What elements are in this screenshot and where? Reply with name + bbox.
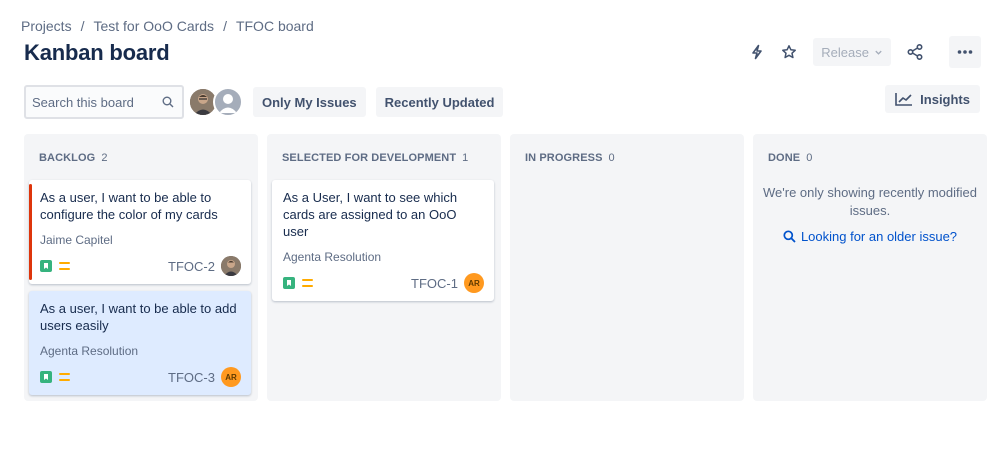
issue-card[interactable]: As a User, I want to see which cards are… [272, 180, 494, 301]
breadcrumb-separator: / [80, 18, 85, 34]
search-icon [162, 96, 174, 108]
column-count: 1 [462, 152, 469, 164]
column-title: BACKLOG [39, 152, 96, 164]
column-title: SELECTED FOR DEVELOPMENT [282, 152, 457, 164]
card-assignee: Agenta Resolution [40, 344, 139, 358]
page-title: Kanban board [24, 40, 170, 65]
more-button[interactable] [949, 36, 981, 68]
search-input[interactable] [32, 94, 152, 110]
card-assignee: Jaime Capitel [40, 233, 113, 247]
column-done: DONE 0 We're only showing recently modif… [753, 134, 987, 401]
column-selected-for-development: SELECTED FOR DEVELOPMENT 1 As a User, I … [267, 134, 501, 401]
release-button[interactable]: Release [813, 38, 891, 66]
lightning-icon [752, 44, 763, 60]
issue-key[interactable]: TFOC-1 [411, 276, 458, 291]
card-summary: As a User, I want to see which cards are… [283, 190, 458, 239]
breadcrumb-board[interactable]: TFOC board [236, 18, 314, 34]
share-button[interactable] [899, 36, 931, 68]
only-my-issues-filter[interactable]: Only My Issues [253, 87, 366, 117]
older-issue-label: Looking for an older issue? [800, 229, 958, 244]
priority-medium-icon [59, 373, 70, 381]
column-header: BACKLOG 2 [39, 152, 108, 164]
story-icon [283, 277, 295, 289]
assignee-avatar: AR [464, 273, 484, 293]
column-backlog: BACKLOG 2 As a user, I want to be able t… [24, 134, 258, 401]
older-issue-link[interactable]: Looking for an older issue? [753, 229, 987, 244]
empty-column-message: We're only showing recently modified iss… [763, 185, 977, 218]
column-count: 0 [806, 152, 813, 164]
breadcrumb-projects[interactable]: Projects [21, 18, 72, 34]
issue-card[interactable]: As a user, I want to be able to add user… [29, 291, 251, 395]
chart-line-icon [895, 93, 913, 106]
star-button[interactable] [773, 36, 805, 68]
star-icon [782, 45, 797, 59]
search-icon [783, 230, 796, 243]
column-title: DONE [768, 152, 801, 164]
share-icon [907, 43, 923, 61]
priority-medium-icon [59, 262, 70, 270]
release-label: Release [821, 44, 869, 60]
issue-card[interactable]: As a user, I want to be able to configur… [29, 180, 251, 284]
story-icon [40, 371, 52, 383]
card-assignee: Agenta Resolution [283, 250, 382, 264]
column-header: IN PROGRESS 0 [525, 152, 615, 164]
header-actions: Release [741, 36, 981, 68]
issue-key[interactable]: TFOC-3 [168, 370, 215, 385]
card-summary: As a user, I want to be able to configur… [40, 190, 218, 222]
kanban-board: BACKLOG 2 As a user, I want to be able t… [24, 134, 987, 401]
column-count: 2 [101, 152, 108, 164]
search-box [24, 85, 184, 119]
column-title: IN PROGRESS [525, 152, 603, 164]
issue-key[interactable]: TFOC-2 [168, 259, 215, 274]
card-footer: TFOC-1 AR [283, 273, 484, 293]
recently-updated-filter[interactable]: Recently Updated [375, 87, 504, 117]
card-footer: TFOC-3 AR [40, 367, 241, 387]
unassigned-avatar-filter[interactable] [213, 87, 243, 117]
avatar-filters [188, 87, 243, 117]
column-in-progress: IN PROGRESS 0 [510, 134, 744, 401]
card-footer: TFOC-2 [40, 256, 241, 276]
breadcrumb: Projects / Test for OoO Cards / TFOC boa… [21, 18, 314, 34]
person-icon [219, 94, 237, 113]
assignee-avatar [221, 256, 241, 276]
assignee-avatar: AR [221, 367, 241, 387]
card-summary: As a user, I want to be able to add user… [40, 301, 237, 333]
column-count: 0 [608, 152, 615, 164]
insights-label: Insights [920, 91, 970, 107]
flag-indicator [29, 184, 32, 280]
more-icon [957, 50, 973, 54]
insights-button[interactable]: Insights [885, 85, 980, 113]
automation-button[interactable] [741, 36, 773, 68]
breadcrumb-project[interactable]: Test for OoO Cards [93, 18, 214, 34]
column-header: DONE 0 [768, 152, 812, 164]
column-header: SELECTED FOR DEVELOPMENT 1 [282, 152, 468, 164]
board-controls: Only My Issues Recently Updated [24, 85, 504, 119]
breadcrumb-separator: / [223, 18, 227, 34]
chevron-down-icon [875, 50, 882, 55]
priority-medium-icon [302, 279, 313, 287]
story-icon [40, 260, 52, 272]
